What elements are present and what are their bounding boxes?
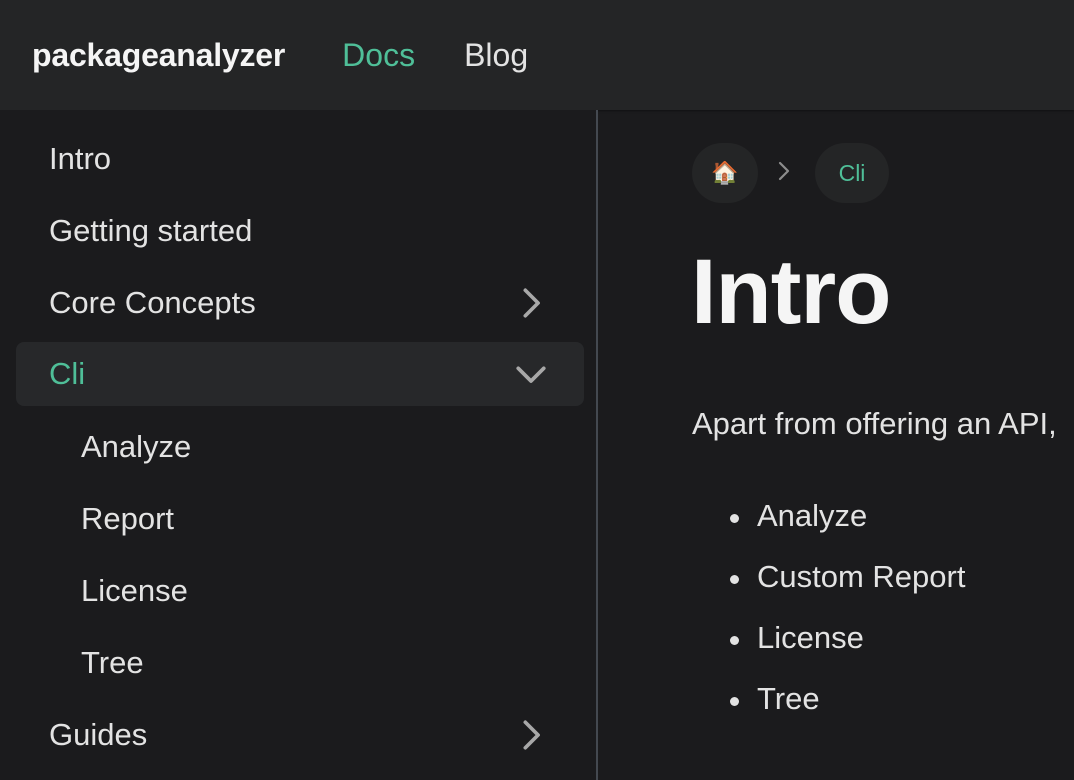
nav-link-docs[interactable]: Docs — [342, 37, 415, 74]
docs-sidebar: Intro Getting started Core Concepts Cli … — [0, 110, 598, 780]
sidebar-item-label: Intro — [49, 141, 112, 176]
breadcrumb-home-link[interactable]: 🏠 — [692, 143, 758, 203]
intro-paragraph: Apart from offering an API, — [692, 406, 1057, 441]
sidebar-item-label: Core Concepts — [49, 285, 256, 320]
command-list: Analyze Custom Report License Tree — [692, 498, 965, 742]
list-item: Custom Report — [692, 559, 965, 620]
sidebar-item-analyze[interactable]: Analyze — [16, 415, 584, 479]
sidebar-item-label: Report — [81, 501, 175, 536]
sidebar-item-cli[interactable]: Cli — [16, 342, 584, 406]
sidebar-item-tree[interactable]: Tree — [16, 631, 584, 695]
sidebar-item-label: Analyze — [81, 429, 192, 464]
sidebar-item-label: Getting started — [49, 213, 253, 248]
sidebar-item-getting-started[interactable]: Getting started — [16, 199, 584, 263]
top-navbar: packageanalyzer Docs Blog — [0, 0, 1074, 110]
sidebar-item-license[interactable]: License — [16, 559, 584, 623]
sidebar-item-label: Guides — [49, 717, 148, 752]
sidebar-item-intro[interactable]: Intro — [16, 127, 584, 191]
sidebar-item-core-concepts[interactable]: Core Concepts — [16, 271, 584, 335]
nav-link-blog[interactable]: Blog — [464, 37, 528, 74]
brand-logo-link[interactable]: packageanalyzer — [32, 37, 285, 74]
chevron-right-icon[interactable] — [514, 286, 548, 320]
sidebar-item-label: Cli — [49, 356, 86, 391]
page-title: Intro — [691, 241, 891, 343]
sidebar-item-guides[interactable]: Guides — [16, 703, 584, 767]
list-item: Analyze — [692, 498, 965, 559]
chevron-right-icon — [778, 161, 790, 181]
sidebar-item-label: License — [81, 573, 188, 608]
chevron-right-icon[interactable] — [514, 718, 548, 752]
breadcrumb-current-cli: Cli — [815, 143, 889, 203]
sidebar-item-report[interactable]: Report — [16, 487, 584, 551]
sidebar-item-label: Tree — [81, 645, 144, 680]
chevron-down-icon[interactable] — [514, 357, 548, 391]
list-item: Tree — [692, 681, 965, 742]
home-icon: 🏠 — [711, 160, 739, 185]
main-content: 🏠 Cli Intro Apart from offering an API, … — [600, 110, 1074, 780]
list-item: License — [692, 620, 965, 681]
